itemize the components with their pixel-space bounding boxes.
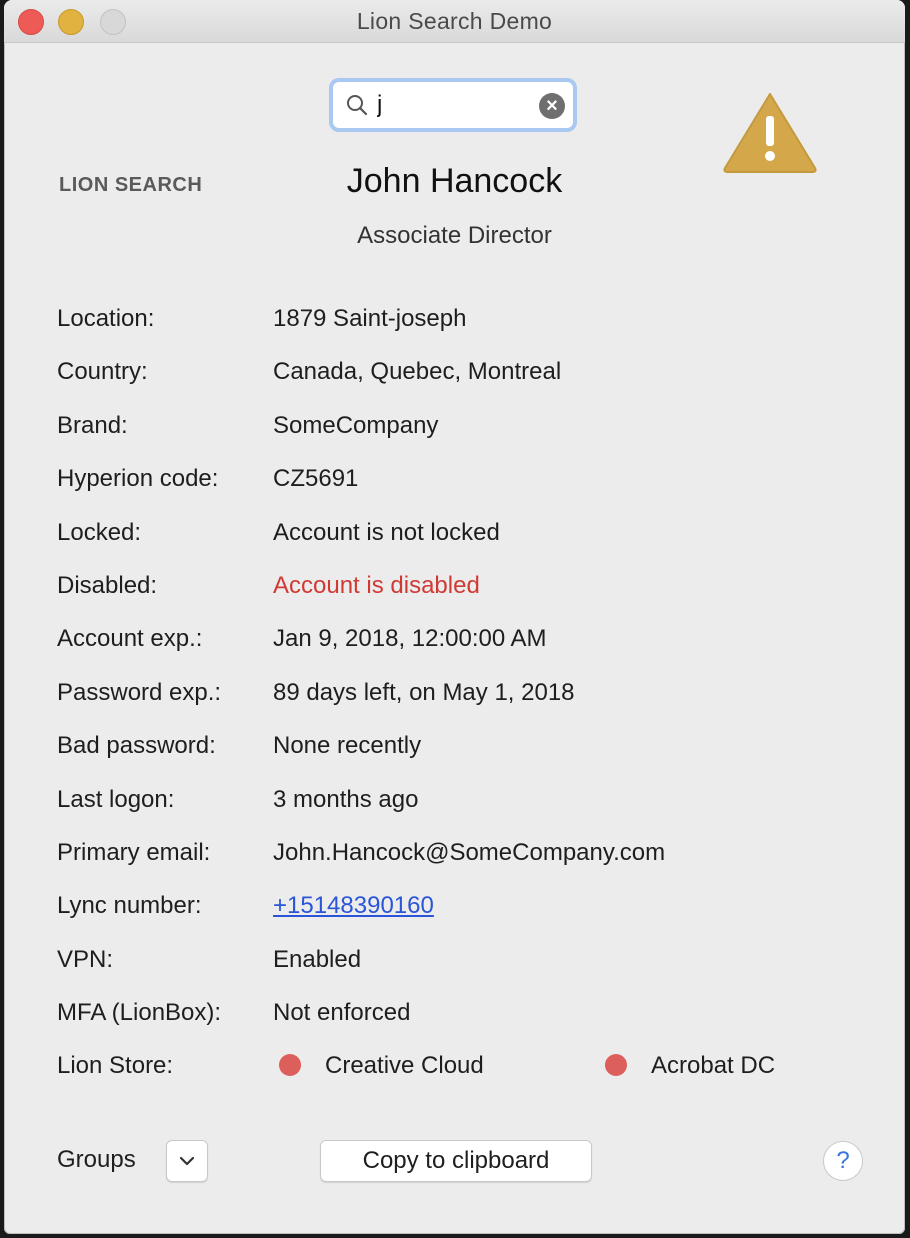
detail-value: Not enforced xyxy=(273,999,411,1027)
disabled-status-value: Account is disabled xyxy=(273,571,480,599)
person-name: John Hancock xyxy=(346,162,563,200)
detail-label: VPN: xyxy=(57,945,114,973)
detail-label: Last logon: xyxy=(57,785,175,813)
detail-value: 89 days left, on May 1, 2018 xyxy=(273,678,575,706)
groups-label: Groups xyxy=(57,1146,136,1173)
status-dot-icon xyxy=(279,1054,301,1077)
detail-value: 1879 Saint-joseph xyxy=(273,305,467,332)
store-item-label: Acrobat DC xyxy=(651,1052,776,1080)
store-item-label: Creative Cloud xyxy=(325,1052,484,1080)
detail-value: 3 months ago xyxy=(273,785,419,813)
detail-value: John.Hancock@SomeCompany.com xyxy=(273,838,666,866)
detail-value: None recently xyxy=(273,732,422,760)
detail-label: Disabled: xyxy=(57,571,158,599)
detail-label: Lync number: xyxy=(57,892,202,920)
detail-label: Bad password: xyxy=(57,732,216,760)
detail-value: SomeCompany xyxy=(273,411,439,439)
detail-value: Enabled xyxy=(273,945,362,973)
groups-dropdown-button[interactable] xyxy=(166,1140,208,1182)
window-title: Lion Search Demo xyxy=(356,8,553,34)
detail-label: MFA (LionBox): xyxy=(57,999,222,1027)
detail-value: CZ5691 xyxy=(273,465,359,493)
search-field[interactable]: × xyxy=(333,82,573,128)
lync-number-link[interactable]: +15148390160 xyxy=(273,892,434,920)
help-button[interactable]: ? xyxy=(823,1141,863,1181)
store-item-creative-cloud: Creative Cloud xyxy=(279,1052,484,1080)
person-job-title: Associate Director xyxy=(357,222,552,249)
detail-label: Locked: xyxy=(57,518,142,546)
clear-icon[interactable]: × xyxy=(539,93,565,119)
search-icon xyxy=(347,95,368,116)
detail-label: Hyperion code: xyxy=(57,465,219,493)
detail-value: Jan 9, 2018, 12:00:00 AM xyxy=(273,625,547,653)
detail-label: Location: xyxy=(57,305,155,332)
detail-label: Country: xyxy=(57,358,148,386)
chevron-down-icon xyxy=(179,1156,195,1166)
detail-label: Primary email: xyxy=(57,838,211,866)
store-item-acrobat-dc: Acrobat DC xyxy=(605,1052,775,1080)
copy-to-clipboard-button[interactable]: Copy to clipboard xyxy=(320,1140,592,1182)
title-bar: Lion Search Demo xyxy=(4,0,905,43)
detail-value: Account is not locked xyxy=(273,518,500,546)
detail-label: Password exp.: xyxy=(57,678,222,706)
app-window: Lion Search Demo × LION SEARCH John Hanc… xyxy=(4,0,905,1234)
detail-label: Brand: xyxy=(57,411,128,439)
detail-value: Canada, Quebec, Montreal xyxy=(273,358,562,386)
status-dot-icon xyxy=(605,1054,627,1077)
detail-label: Account exp.: xyxy=(57,625,203,653)
search-input[interactable] xyxy=(377,90,527,120)
detail-label: Lion Store: xyxy=(57,1052,174,1080)
